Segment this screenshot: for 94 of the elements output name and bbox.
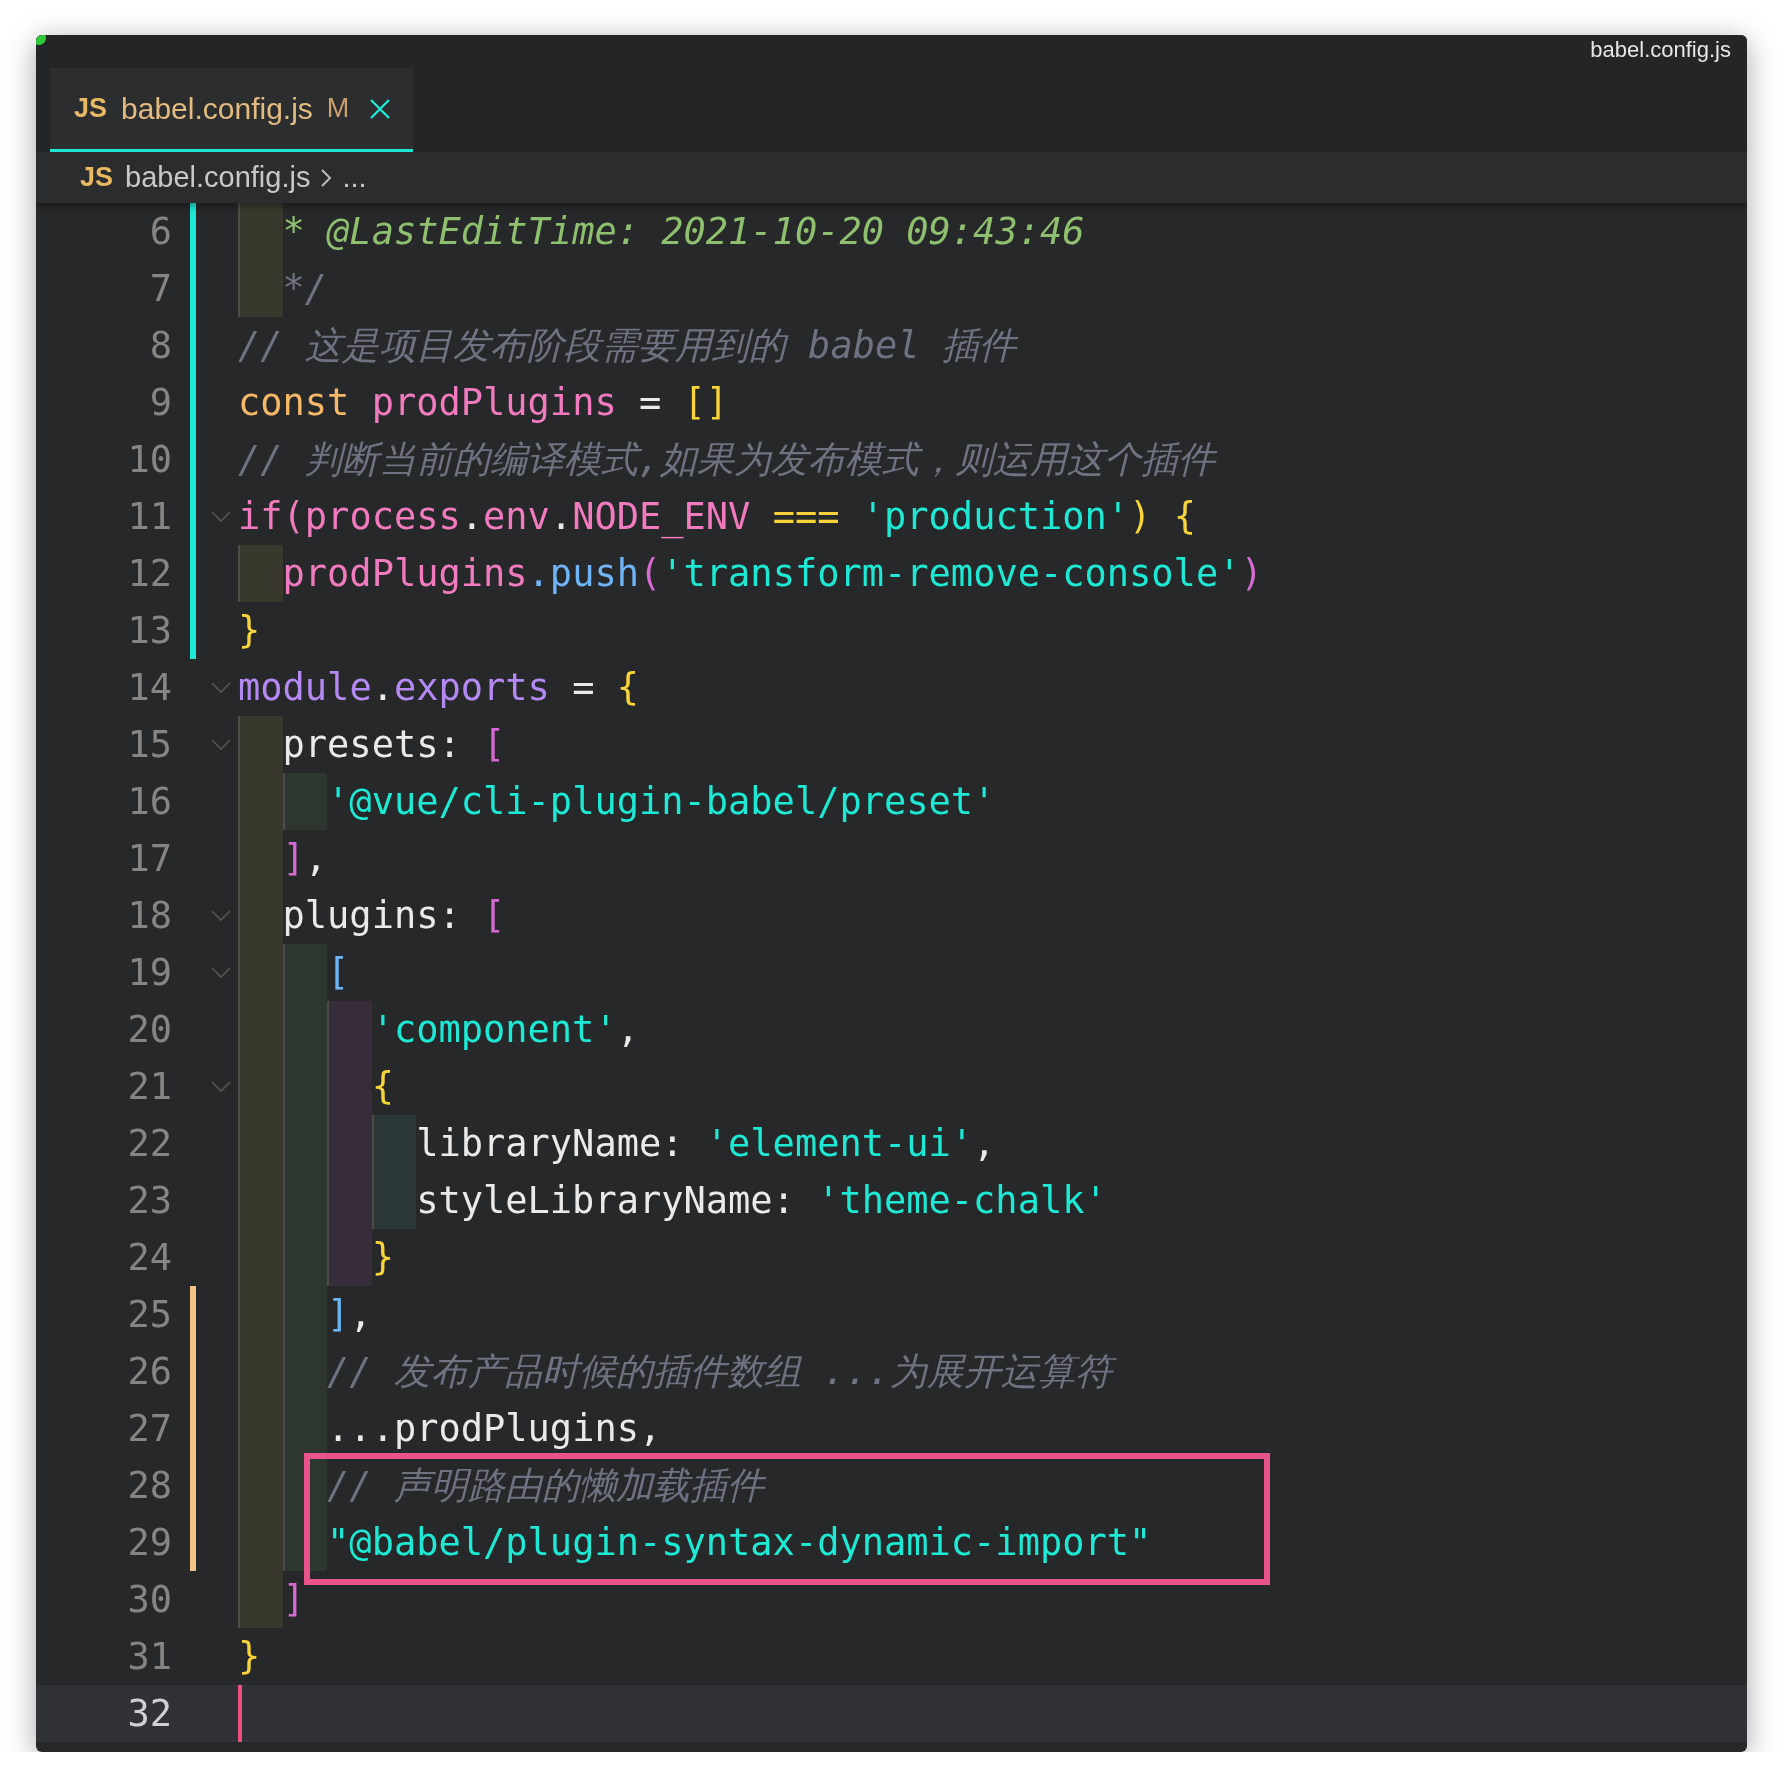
line-number: 13 <box>126 608 173 654</box>
code-token: , <box>304 836 328 882</box>
fold-chevron-icon[interactable] <box>211 681 231 694</box>
code-token: prodPlugins <box>282 551 528 597</box>
code-token: 'element-ui' <box>705 1121 974 1167</box>
code-token: . <box>460 494 484 540</box>
code-token: "@babel/plugin-syntax-dynamic-import" <box>327 1520 1152 1566</box>
code-token: === <box>771 494 841 540</box>
code-token: [ <box>327 950 350 996</box>
code-token: .push <box>527 551 639 597</box>
code-token: NODE_ENV <box>572 494 751 541</box>
code-token: process <box>304 494 461 540</box>
code-token: '@vue/cli-plugin-babel/preset' <box>327 779 996 825</box>
code-token: ( <box>639 551 662 597</box>
code-token: [] <box>683 380 729 426</box>
code-comment: * @LastEditTime: 2021-10-20 09:43:46 <box>282 209 1085 255</box>
breadcrumb-item[interactable]: ... <box>342 161 367 194</box>
line-number: 32 <box>126 1691 173 1737</box>
code-token: { <box>371 1064 394 1110</box>
line-number: 14 <box>126 665 173 711</box>
chevron-right-icon <box>320 167 333 188</box>
editor-tab[interactable]: JS babel.config.js M <box>50 68 414 152</box>
line-number: 8 <box>148 323 173 369</box>
code-comment: // 判断当前的编译模式,如果为发布模式，则运用这个插件 <box>238 437 1216 483</box>
code-token: prodPlugins <box>371 380 617 426</box>
line-number: 23 <box>126 1178 173 1224</box>
line-number: 31 <box>126 1634 173 1680</box>
code-token: ] <box>327 1292 350 1338</box>
code-token: env <box>483 494 550 540</box>
code-token: } <box>371 1235 394 1281</box>
code-token: . <box>549 494 573 540</box>
line-number: 11 <box>126 494 173 540</box>
line-number: 12 <box>126 551 173 597</box>
code-token: = <box>637 380 663 426</box>
fold-chevron-icon[interactable] <box>211 738 231 751</box>
code-token: , <box>349 1292 372 1338</box>
line-number: 30 <box>126 1577 173 1623</box>
line-number: 21 <box>126 1064 173 1110</box>
code-token: const <box>238 380 351 426</box>
code-token: ] <box>282 1577 305 1623</box>
close-icon <box>369 97 392 120</box>
code-token: module <box>238 665 372 711</box>
code-token: [ <box>483 722 506 768</box>
line-number: 6 <box>148 209 173 255</box>
code-token: ...prodPlugins, <box>327 1406 662 1452</box>
tab-label: babel.config.js <box>121 91 313 126</box>
line-number: 29 <box>126 1520 173 1566</box>
breadcrumb-item[interactable]: babel.config.js <box>125 161 311 194</box>
code-token: { <box>616 665 639 711</box>
line-number: 16 <box>126 779 173 825</box>
line-number: 19 <box>126 950 173 996</box>
code-token: [ <box>483 893 506 939</box>
text-cursor <box>238 1685 242 1742</box>
line-number: 28 <box>126 1463 173 1509</box>
line-number: 7 <box>148 266 173 312</box>
line-number: 15 <box>126 722 173 768</box>
js-file-icon: JS <box>80 162 114 193</box>
fold-chevron-icon[interactable] <box>211 966 231 979</box>
line-number: 22 <box>126 1121 173 1167</box>
code-token: 'theme-chalk' <box>817 1178 1107 1224</box>
code-token: } <box>238 1634 261 1680</box>
code-token: } <box>238 608 261 654</box>
line-number: 9 <box>148 380 173 426</box>
code-token: . <box>371 665 394 711</box>
line-number: 25 <box>126 1292 173 1338</box>
fold-chevron-icon[interactable] <box>211 909 231 922</box>
fold-chevron-icon[interactable] <box>211 510 231 523</box>
code-token: presets: <box>282 722 462 768</box>
code-token: ) { <box>1129 494 1196 540</box>
line-number: 26 <box>126 1349 173 1395</box>
code-token: ) <box>1240 551 1263 597</box>
code-token: 'production' <box>861 494 1130 540</box>
code-token: exports <box>393 665 550 711</box>
line-number: 20 <box>126 1007 173 1053</box>
code-token: if( <box>238 494 305 540</box>
window-title: babel.config.js <box>1590 37 1731 63</box>
code-token: , <box>616 1007 639 1053</box>
code-token: styleLibraryName: <box>416 1178 796 1224</box>
modified-indicator: M <box>326 93 350 124</box>
code-token: 'transform-remove-console' <box>661 551 1241 597</box>
fold-chevron-icon[interactable] <box>211 1080 231 1093</box>
line-number: 18 <box>126 893 173 939</box>
code-token: = <box>571 665 596 711</box>
line-number: 24 <box>126 1235 173 1281</box>
code-comment: */ <box>282 266 328 312</box>
code-token: libraryName: <box>416 1121 685 1167</box>
code-token: ] <box>282 836 305 882</box>
line-number: 17 <box>126 836 173 882</box>
code-token: , <box>973 1121 996 1167</box>
line-number: 27 <box>126 1406 173 1452</box>
js-file-icon: JS <box>74 93 108 124</box>
line-number: 10 <box>126 437 173 483</box>
code-token: plugins: <box>282 893 462 939</box>
code-token: 'component' <box>371 1007 617 1053</box>
